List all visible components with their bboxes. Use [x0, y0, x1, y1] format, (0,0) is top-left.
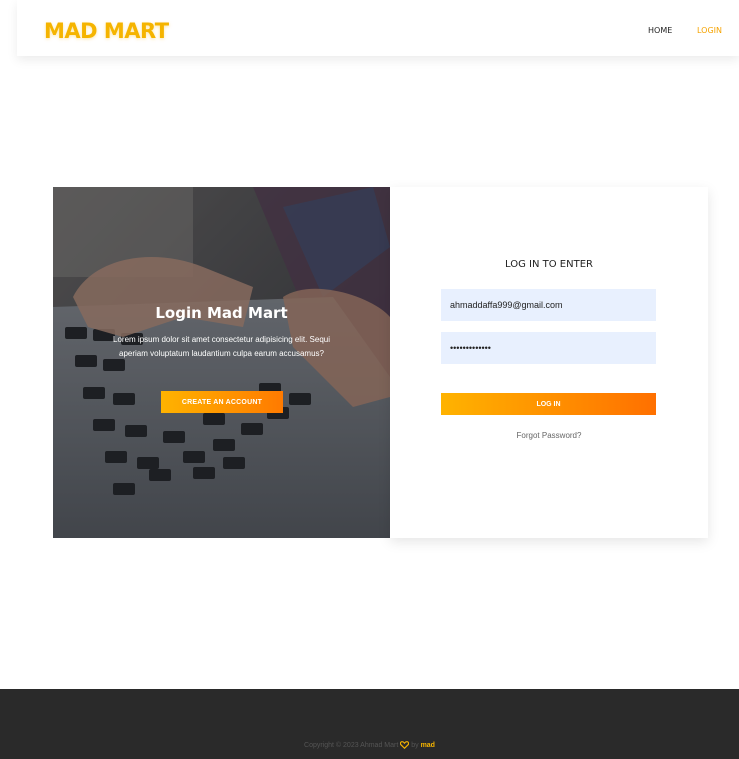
login-title: LOG IN TO ENTER	[505, 259, 593, 270]
image-overlay	[53, 187, 390, 538]
hero-description: Lorem ipsum dolor sit amet consectetur a…	[113, 335, 330, 358]
create-account-button[interactable]: CREATE AN ACCOUNT	[161, 391, 283, 413]
hero-title: Login Mad Mart	[155, 304, 288, 322]
copyright-text: Copyright © 2023 Ahmad Mart	[304, 741, 399, 749]
footer: Copyright © 2023 Ahmad Mart by mad	[0, 689, 739, 759]
login-button[interactable]: LOG IN	[441, 393, 656, 415]
forgot-password-link[interactable]: Forgot Password?	[390, 431, 708, 440]
navbar: MAD MART HOME LOGIN	[17, 0, 739, 56]
brand-logo[interactable]: MAD MART	[44, 19, 169, 43]
nav-link-login[interactable]: LOGIN	[697, 26, 722, 35]
password-field[interactable]	[441, 332, 656, 364]
footer-copyright: Copyright © 2023 Ahmad Mart by mad	[0, 741, 739, 749]
login-panel: LOG IN TO ENTER LOG IN Forgot Password?	[390, 187, 708, 538]
nav-link-home[interactable]: HOME	[648, 26, 672, 35]
heart-icon	[400, 741, 410, 749]
by-text: by	[411, 741, 419, 749]
hero-panel: Login Mad Mart Lorem ipsum dolor sit ame…	[53, 187, 390, 538]
email-field[interactable]	[441, 289, 656, 321]
footer-author-link[interactable]: mad	[421, 742, 435, 749]
